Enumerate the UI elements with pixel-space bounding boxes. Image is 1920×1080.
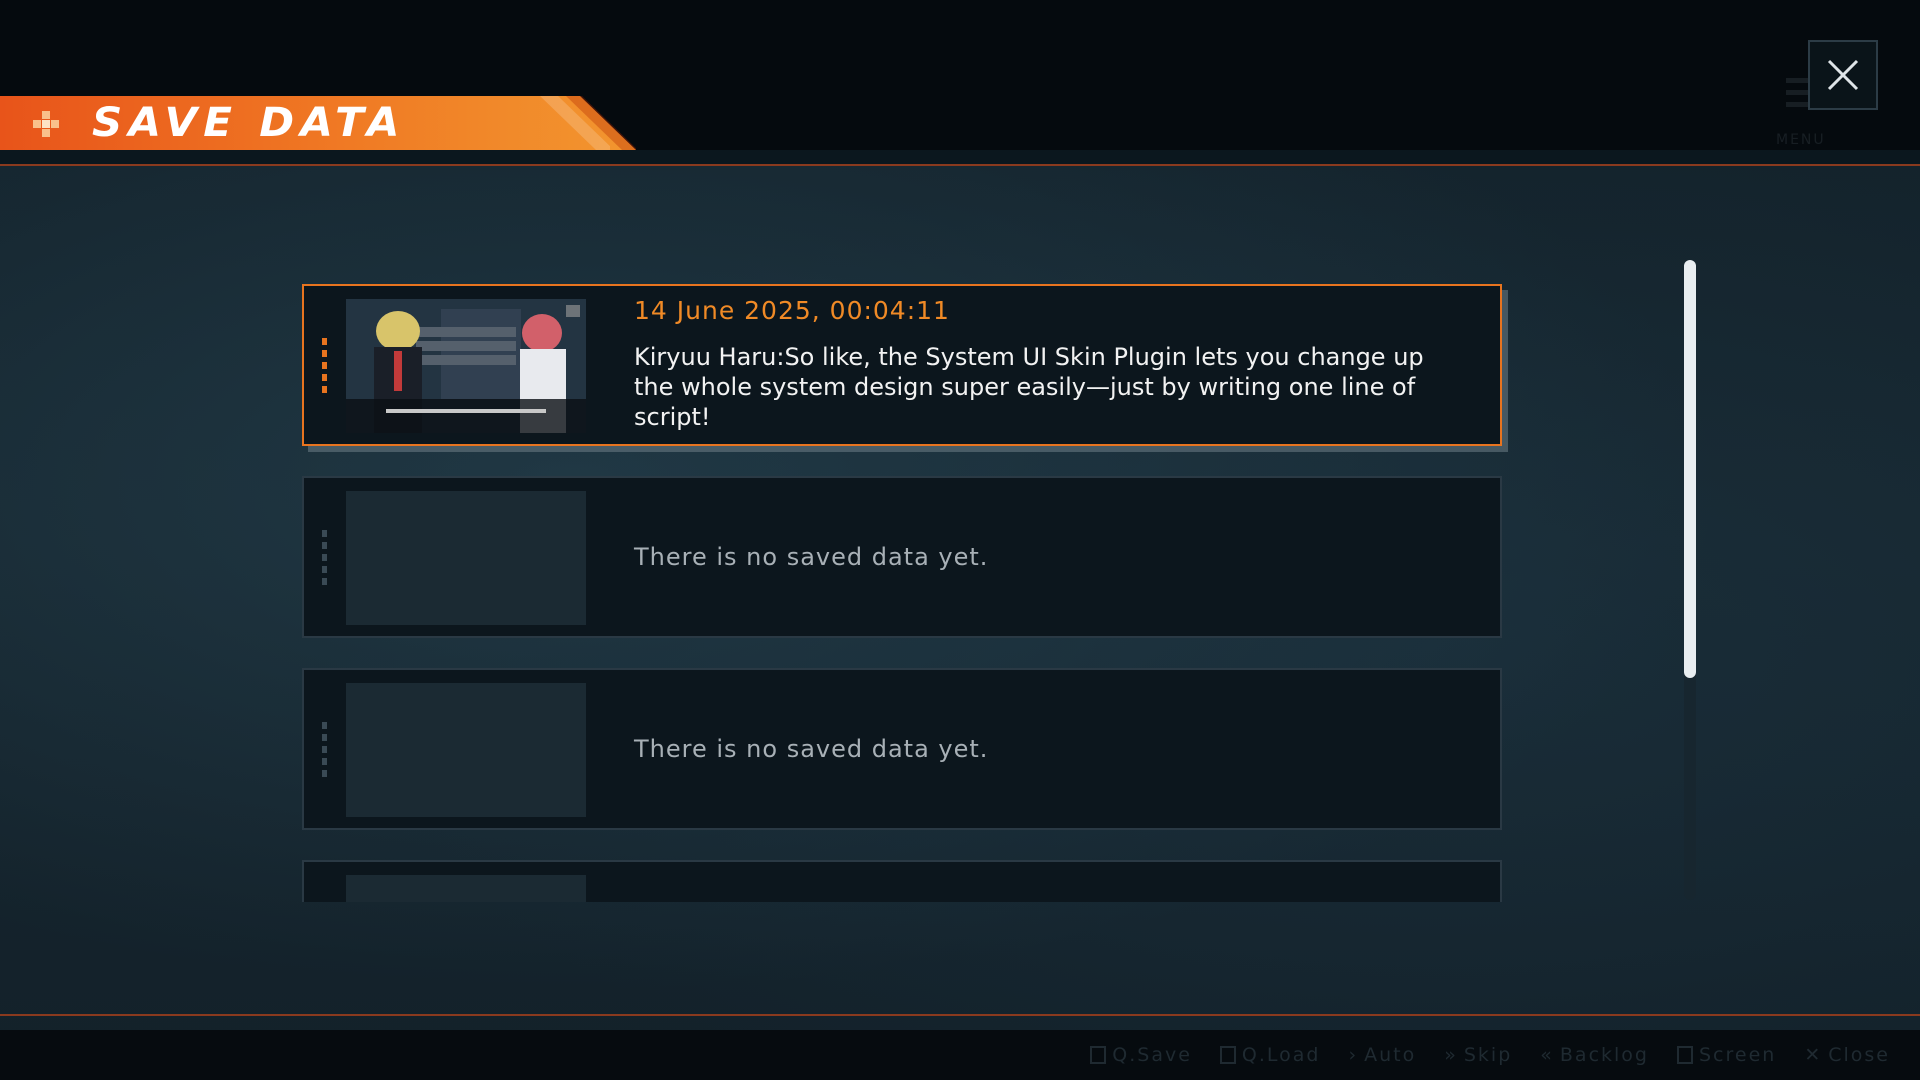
slot-thumbnail-empty bbox=[346, 875, 586, 902]
save-slot-4[interactable] bbox=[302, 860, 1502, 902]
screen-button[interactable]: Screen bbox=[1676, 1044, 1777, 1066]
close-label: Close bbox=[1828, 1044, 1890, 1066]
slot-thumbnail-empty bbox=[346, 683, 586, 817]
slot-thumbnail bbox=[346, 299, 586, 433]
drag-handle-icon bbox=[322, 338, 328, 396]
auto-icon: › bbox=[1348, 1044, 1359, 1066]
quick-load-label: Q.Load bbox=[1241, 1044, 1321, 1066]
quick-menu: Q.Save Q.Load › Auto » Skip «Backlog Scree… bbox=[1090, 1044, 1890, 1066]
menu-label: MENU bbox=[1776, 132, 1826, 148]
close-menu-button[interactable]: ✕ Close bbox=[1804, 1044, 1890, 1066]
scrollbar-thumb[interactable] bbox=[1684, 260, 1696, 678]
quick-save-button[interactable]: Q.Save bbox=[1090, 1044, 1192, 1066]
skip-button[interactable]: » Skip bbox=[1444, 1044, 1512, 1066]
skip-icon: » bbox=[1444, 1044, 1458, 1066]
screen-icon bbox=[1676, 1046, 1693, 1064]
backlog-label: Backlog bbox=[1559, 1044, 1649, 1066]
slot-dialogue: Kiryuu Haru:So like, the System UI Skin … bbox=[634, 343, 1424, 431]
close-button[interactable] bbox=[1808, 40, 1878, 110]
save-slot-3[interactable]: There is no saved data yet. bbox=[302, 668, 1502, 830]
close-icon bbox=[1827, 59, 1859, 91]
load-icon bbox=[1219, 1046, 1236, 1064]
bottom-divider bbox=[0, 1014, 1920, 1016]
page-title: SAVE DATA bbox=[92, 100, 406, 146]
top-divider bbox=[0, 164, 1920, 166]
screen-label: Screen bbox=[1698, 1044, 1777, 1066]
save-icon bbox=[1090, 1046, 1107, 1064]
drag-handle-icon bbox=[322, 722, 328, 780]
auto-button[interactable]: › Auto bbox=[1349, 1044, 1417, 1066]
drag-handle-icon bbox=[322, 530, 328, 588]
empty-slot-message: There is no saved data yet. bbox=[634, 735, 989, 763]
close-small-icon: ✕ bbox=[1804, 1044, 1823, 1066]
title-plus-icon bbox=[33, 111, 59, 137]
slot-date: 14 June 2025, 00:04:11 bbox=[634, 296, 950, 325]
slot-thumbnail-empty bbox=[346, 491, 586, 625]
empty-slot-message: There is no saved data yet. bbox=[634, 543, 989, 571]
skip-label: Skip bbox=[1463, 1044, 1513, 1066]
backlog-button[interactable]: «Backlog bbox=[1540, 1044, 1649, 1066]
save-slot-list: 14 June 2025, 00:04:11 Kiryuu Haru:So li… bbox=[300, 282, 1520, 902]
backlog-icon: « bbox=[1540, 1044, 1554, 1066]
quick-load-button[interactable]: Q.Load bbox=[1219, 1044, 1321, 1066]
save-slot-2[interactable]: There is no saved data yet. bbox=[302, 476, 1502, 638]
header-strip bbox=[0, 150, 1920, 164]
auto-label: Auto bbox=[1364, 1044, 1417, 1066]
save-slot-1[interactable]: 14 June 2025, 00:04:11 Kiryuu Haru:So li… bbox=[302, 284, 1502, 446]
quick-save-label: Q.Save bbox=[1112, 1044, 1192, 1066]
